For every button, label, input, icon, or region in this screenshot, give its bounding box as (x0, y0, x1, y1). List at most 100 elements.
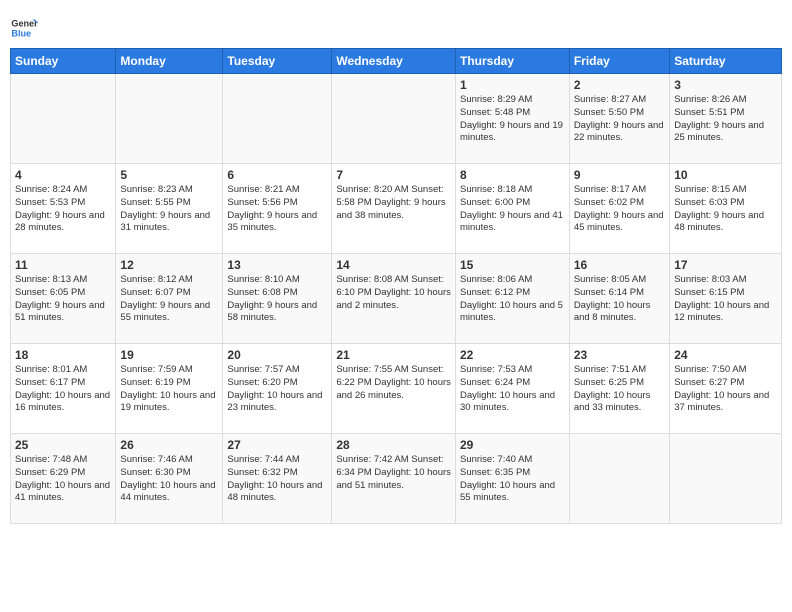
day-info: Sunrise: 8:10 AM Sunset: 6:08 PM Dayligh… (227, 274, 327, 325)
day-cell: 13 Sunrise: 8:10 AM Sunset: 6:08 PM Dayli… (223, 254, 332, 344)
day-number: 23 (574, 348, 665, 362)
header-cell-friday: Friday (569, 49, 669, 74)
header-cell-thursday: Thursday (455, 49, 569, 74)
day-info: Sunrise: 7:48 AM Sunset: 6:29 PM Dayligh… (15, 454, 111, 505)
day-cell: 26 Sunrise: 7:46 AM Sunset: 6:30 PM Dayli… (116, 434, 223, 524)
day-cell: 5Sunrise: 8:23 AM Sunset: 5:55 PM Daylig… (116, 164, 223, 254)
day-number: 20 (227, 348, 327, 362)
day-number: 10 (674, 168, 777, 182)
header-row: SundayMondayTuesdayWednesdayThursdayFrid… (11, 49, 782, 74)
day-info: Sunrise: 8:01 AM Sunset: 6:17 PM Dayligh… (15, 364, 111, 415)
day-number: 12 (120, 258, 218, 272)
header-cell-sunday: Sunday (11, 49, 116, 74)
day-cell (11, 74, 116, 164)
day-cell: 29Sunrise: 7:40 AM Sunset: 6:35 PM Dayli… (455, 434, 569, 524)
header: General Blue (10, 10, 782, 42)
day-cell: 15 Sunrise: 8:06 AM Sunset: 6:12 PM Dayli… (455, 254, 569, 344)
day-number: 3 (674, 78, 777, 92)
calendar-body: 1Sunrise: 8:29 AM Sunset: 5:48 PM Daylig… (11, 74, 782, 524)
day-info: Sunrise: 8:03 AM Sunset: 6:15 PM Dayligh… (674, 274, 777, 325)
day-cell: 11Sunrise: 8:13 AM Sunset: 6:05 PM Dayli… (11, 254, 116, 344)
header-cell-monday: Monday (116, 49, 223, 74)
day-cell (569, 434, 669, 524)
day-info: Sunrise: 8:17 AM Sunset: 6:02 PM Dayligh… (574, 184, 665, 235)
day-info: Sunrise: 8:12 AM Sunset: 6:07 PM Dayligh… (120, 274, 218, 325)
day-number: 16 (574, 258, 665, 272)
day-cell: 4 Sunrise: 8:24 AM Sunset: 5:53 PM Daylig… (11, 164, 116, 254)
week-row-1: 1Sunrise: 8:29 AM Sunset: 5:48 PM Daylig… (11, 74, 782, 164)
day-cell: 12 Sunrise: 8:12 AM Sunset: 6:07 PM Dayli… (116, 254, 223, 344)
day-info: Sunrise: 7:42 AM Sunset: 6:34 PM Dayligh… (336, 454, 451, 492)
day-cell: 19 Sunrise: 7:59 AM Sunset: 6:19 PM Dayli… (116, 344, 223, 434)
day-cell: 9 Sunrise: 8:17 AM Sunset: 6:02 PM Daylig… (569, 164, 669, 254)
day-cell: 25 Sunrise: 7:48 AM Sunset: 6:29 PM Dayli… (11, 434, 116, 524)
day-number: 26 (120, 438, 218, 452)
day-cell: 22 Sunrise: 7:53 AM Sunset: 6:24 PM Dayli… (455, 344, 569, 434)
day-number: 6 (227, 168, 327, 182)
day-cell: 16 Sunrise: 8:05 AM Sunset: 6:14 PM Dayli… (569, 254, 669, 344)
header-cell-wednesday: Wednesday (332, 49, 456, 74)
day-number: 14 (336, 258, 451, 272)
day-cell: 23 Sunrise: 7:51 AM Sunset: 6:25 PM Dayli… (569, 344, 669, 434)
day-number: 13 (227, 258, 327, 272)
day-cell: 6 Sunrise: 8:21 AM Sunset: 5:56 PM Daylig… (223, 164, 332, 254)
day-cell: 27 Sunrise: 7:44 AM Sunset: 6:32 PM Dayli… (223, 434, 332, 524)
day-number: 17 (674, 258, 777, 272)
day-info: Sunrise: 8:24 AM Sunset: 5:53 PM Dayligh… (15, 184, 111, 235)
logo-icon: General Blue (10, 14, 38, 42)
day-cell (223, 74, 332, 164)
day-number: 28 (336, 438, 451, 452)
day-number: 11 (15, 258, 111, 272)
day-info: Sunrise: 8:05 AM Sunset: 6:14 PM Dayligh… (574, 274, 665, 325)
logo: General Blue (10, 14, 38, 42)
day-number: 7 (336, 168, 451, 182)
day-cell: 8 Sunrise: 8:18 AM Sunset: 6:00 PM Daylig… (455, 164, 569, 254)
day-cell: 21 Sunrise: 7:55 AM Sunset: 6:22 PM Dayli… (332, 344, 456, 434)
day-number: 24 (674, 348, 777, 362)
day-info: Sunrise: 7:51 AM Sunset: 6:25 PM Dayligh… (574, 364, 665, 415)
day-number: 9 (574, 168, 665, 182)
day-info: Sunrise: 8:23 AM Sunset: 5:55 PM Dayligh… (120, 184, 218, 235)
day-cell: 18 Sunrise: 8:01 AM Sunset: 6:17 PM Dayli… (11, 344, 116, 434)
day-number: 25 (15, 438, 111, 452)
day-info: Sunrise: 8:21 AM Sunset: 5:56 PM Dayligh… (227, 184, 327, 235)
week-row-2: 4 Sunrise: 8:24 AM Sunset: 5:53 PM Daylig… (11, 164, 782, 254)
day-number: 8 (460, 168, 565, 182)
day-number: 19 (120, 348, 218, 362)
day-cell: 24 Sunrise: 7:50 AM Sunset: 6:27 PM Dayli… (670, 344, 782, 434)
day-number: 22 (460, 348, 565, 362)
day-info: Sunrise: 7:40 AM Sunset: 6:35 PM Dayligh… (460, 454, 565, 505)
day-info: Sunrise: 7:59 AM Sunset: 6:19 PM Dayligh… (120, 364, 218, 415)
day-info: Sunrise: 7:53 AM Sunset: 6:24 PM Dayligh… (460, 364, 565, 415)
day-cell: 10 Sunrise: 8:15 AM Sunset: 6:03 PM Dayli… (670, 164, 782, 254)
day-info: Sunrise: 7:55 AM Sunset: 6:22 PM Dayligh… (336, 364, 451, 402)
day-number: 1 (460, 78, 565, 92)
day-number: 21 (336, 348, 451, 362)
day-info: Sunrise: 7:57 AM Sunset: 6:20 PM Dayligh… (227, 364, 327, 415)
week-row-5: 25 Sunrise: 7:48 AM Sunset: 6:29 PM Dayli… (11, 434, 782, 524)
day-cell: 17 Sunrise: 8:03 AM Sunset: 6:15 PM Dayli… (670, 254, 782, 344)
day-info: Sunrise: 8:18 AM Sunset: 6:00 PM Dayligh… (460, 184, 565, 235)
calendar-table: SundayMondayTuesdayWednesdayThursdayFrid… (10, 48, 782, 524)
header-cell-saturday: Saturday (670, 49, 782, 74)
day-number: 18 (15, 348, 111, 362)
day-info: Sunrise: 8:15 AM Sunset: 6:03 PM Dayligh… (674, 184, 777, 235)
header-cell-tuesday: Tuesday (223, 49, 332, 74)
day-info: Sunrise: 7:44 AM Sunset: 6:32 PM Dayligh… (227, 454, 327, 505)
day-cell: 28 Sunrise: 7:42 AM Sunset: 6:34 PM Dayli… (332, 434, 456, 524)
week-row-3: 11Sunrise: 8:13 AM Sunset: 6:05 PM Dayli… (11, 254, 782, 344)
day-cell (332, 74, 456, 164)
day-cell (670, 434, 782, 524)
day-info: Sunrise: 7:46 AM Sunset: 6:30 PM Dayligh… (120, 454, 218, 505)
day-cell: 2Sunrise: 8:27 AM Sunset: 5:50 PM Daylig… (569, 74, 669, 164)
day-info: Sunrise: 8:20 AM Sunset: 5:58 PM Dayligh… (336, 184, 451, 222)
day-info: Sunrise: 7:50 AM Sunset: 6:27 PM Dayligh… (674, 364, 777, 415)
day-number: 2 (574, 78, 665, 92)
day-info: Sunrise: 8:06 AM Sunset: 6:12 PM Dayligh… (460, 274, 565, 325)
day-cell: 20 Sunrise: 7:57 AM Sunset: 6:20 PM Dayli… (223, 344, 332, 434)
day-cell: 1Sunrise: 8:29 AM Sunset: 5:48 PM Daylig… (455, 74, 569, 164)
day-cell: 14Sunrise: 8:08 AM Sunset: 6:10 PM Dayli… (332, 254, 456, 344)
day-number: 15 (460, 258, 565, 272)
day-number: 4 (15, 168, 111, 182)
day-number: 27 (227, 438, 327, 452)
